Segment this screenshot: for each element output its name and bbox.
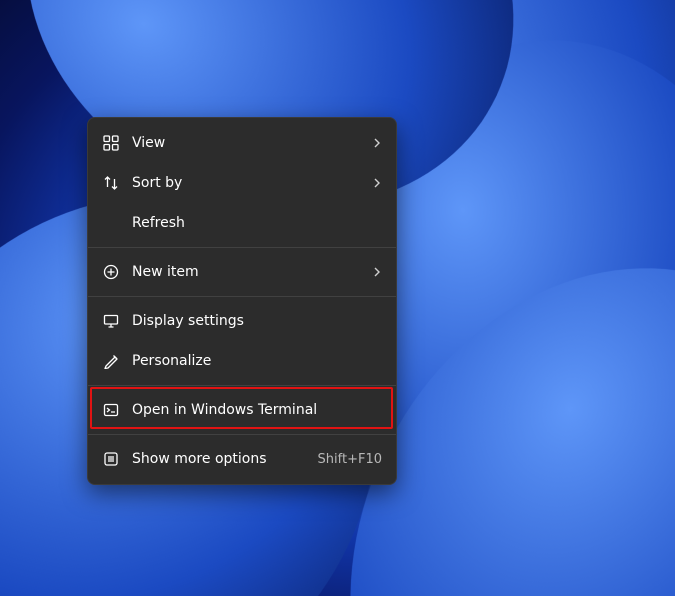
chevron-right-icon (372, 178, 382, 188)
view-icon (102, 134, 120, 152)
new-item-icon (102, 263, 120, 281)
menu-item-label: Open in Windows Terminal (132, 402, 382, 418)
menu-item-refresh[interactable]: Refresh (88, 203, 396, 243)
display-icon (102, 312, 120, 330)
menu-item-show-more-options[interactable]: Show more options Shift+F10 (88, 439, 396, 479)
more-options-icon (102, 450, 120, 468)
menu-item-label: Sort by (132, 175, 372, 191)
menu-item-label: New item (132, 264, 372, 280)
menu-item-personalize[interactable]: Personalize (88, 341, 396, 381)
menu-item-label: Show more options (132, 451, 318, 467)
menu-separator (88, 247, 396, 248)
menu-item-shortcut: Shift+F10 (318, 452, 382, 467)
menu-item-label: Refresh (132, 215, 382, 231)
menu-item-label: Display settings (132, 313, 382, 329)
menu-item-label: Personalize (132, 353, 382, 369)
personalize-icon (102, 352, 120, 370)
terminal-icon (102, 401, 120, 419)
menu-item-view[interactable]: View (88, 123, 396, 163)
menu-separator (88, 296, 396, 297)
sort-icon (102, 174, 120, 192)
menu-item-new[interactable]: New item (88, 252, 396, 292)
menu-item-open-terminal[interactable]: Open in Windows Terminal (88, 390, 396, 430)
blank-icon (102, 214, 120, 232)
menu-item-display-settings[interactable]: Display settings (88, 301, 396, 341)
chevron-right-icon (372, 138, 382, 148)
menu-separator (88, 385, 396, 386)
menu-item-label: View (132, 135, 372, 151)
menu-item-sort-by[interactable]: Sort by (88, 163, 396, 203)
menu-separator (88, 434, 396, 435)
chevron-right-icon (372, 267, 382, 277)
desktop-context-menu: View Sort by Refresh New item (87, 117, 397, 485)
